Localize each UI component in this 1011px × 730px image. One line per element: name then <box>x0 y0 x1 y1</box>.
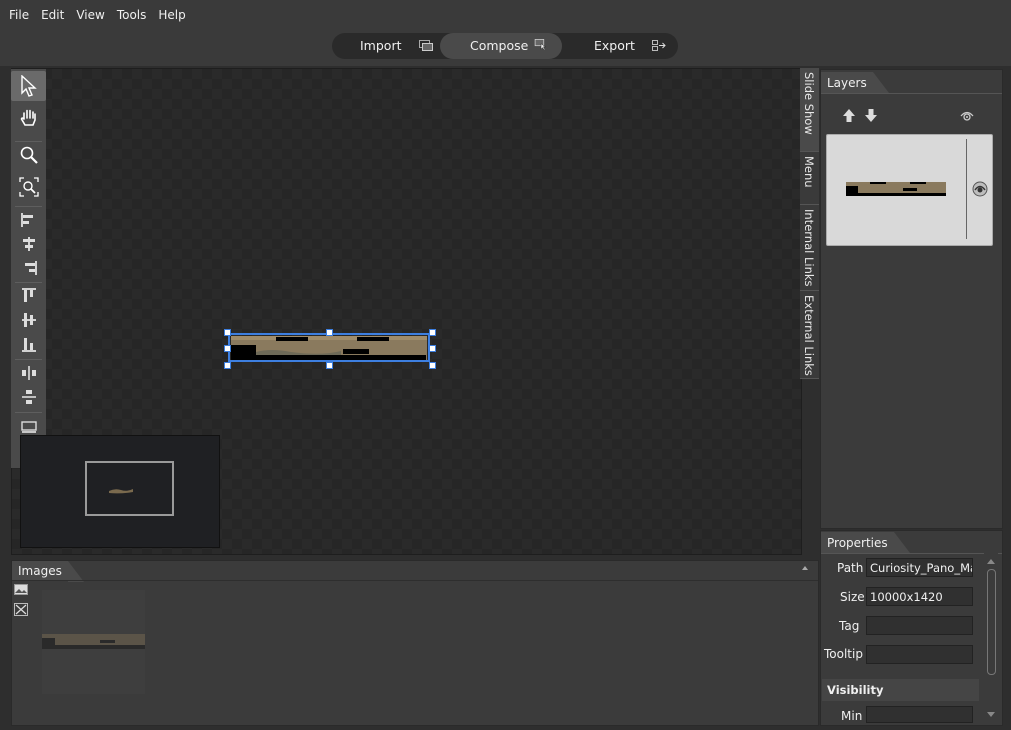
menu-tools[interactable]: Tools <box>111 0 153 30</box>
collapse-panel-icon[interactable] <box>800 564 810 571</box>
resize-handle-bottom-right[interactable] <box>429 362 436 369</box>
align-left-tool[interactable] <box>11 207 46 231</box>
mode-import-button[interactable]: Import <box>332 33 440 59</box>
align-center-icon <box>23 237 35 251</box>
mode-export-button[interactable]: Export <box>562 33 678 59</box>
scroll-down-icon[interactable] <box>986 712 996 718</box>
layer-divider <box>966 139 967 239</box>
tooltip-field[interactable] <box>866 645 973 664</box>
tag-label: Tag <box>839 619 860 633</box>
path-field[interactable]: Curiosity_Pano_Mars <box>866 558 973 577</box>
tab-menu[interactable]: Menu <box>800 152 819 205</box>
resize-handle-top-right[interactable] <box>429 329 436 336</box>
align-middle-icon <box>22 313 36 327</box>
export-icon <box>652 40 666 51</box>
properties-panel-title: Properties <box>821 532 910 553</box>
size-field[interactable]: 10000x1420 <box>866 587 973 606</box>
compose-icon <box>534 39 547 50</box>
visibility-all-icon[interactable] <box>960 109 974 122</box>
tab-external-links[interactable]: External Links <box>800 291 819 379</box>
tab-slide-show[interactable]: Slide Show <box>800 68 819 152</box>
layer-visibility-icon[interactable] <box>972 181 988 197</box>
align-bottom-icon <box>22 338 36 352</box>
resize-handle-bottom[interactable] <box>326 362 333 369</box>
align-bottom-tool[interactable] <box>11 331 46 355</box>
mode-export-label: Export <box>594 38 635 53</box>
scrollbar-thumb[interactable] <box>987 569 996 675</box>
resize-handle-left[interactable] <box>224 345 231 352</box>
tooltip-label: Tooltip <box>824 647 863 661</box>
align-right-icon <box>25 261 37 275</box>
remove-image-icon[interactable] <box>14 603 28 616</box>
size-label: Size <box>840 590 865 604</box>
properties-scrollbar[interactable] <box>984 553 998 723</box>
add-image-icon[interactable] <box>14 584 28 595</box>
menu-file[interactable]: File <box>3 0 35 30</box>
menu-view[interactable]: View <box>70 0 110 30</box>
distribute-horizontal-icon <box>22 366 36 380</box>
import-icon <box>419 40 433 51</box>
zoom-fit-tool[interactable] <box>11 174 46 198</box>
hand-icon <box>20 109 36 126</box>
side-tab-strip: Slide Show Menu Internal Links External … <box>800 68 819 379</box>
fit-width-tool[interactable] <box>11 413 46 437</box>
move-layer-up-icon[interactable] <box>842 108 856 123</box>
cursor-icon <box>21 75 37 97</box>
navigator-panorama-thumb <box>109 489 133 494</box>
scroll-up-icon[interactable] <box>986 558 996 564</box>
pan-tool[interactable] <box>11 105 46 129</box>
mode-compose-button[interactable]: Compose <box>440 33 562 59</box>
zoom-fit-icon <box>19 177 39 197</box>
select-tool[interactable] <box>11 71 46 101</box>
menu-bar: File Edit View Tools Help <box>0 0 1011 29</box>
tab-internal-links[interactable]: Internal Links <box>800 205 819 291</box>
min-label: Min <box>841 709 863 723</box>
layer-thumbnail <box>846 182 946 196</box>
zoom-icon <box>20 146 38 164</box>
selected-panorama-layer[interactable] <box>224 329 436 369</box>
panorama-image <box>231 336 427 360</box>
zoom-tool[interactable] <box>11 142 46 166</box>
align-center-tool[interactable] <box>11 231 46 255</box>
image-thumbnail-preview <box>42 634 145 649</box>
distribute-vertical-icon <box>22 390 36 404</box>
mode-switcher: Import Compose Export <box>332 33 678 59</box>
align-top-tool[interactable] <box>11 283 46 307</box>
mode-compose-label: Compose <box>470 38 529 53</box>
mode-import-label: Import <box>360 38 402 53</box>
menu-help[interactable]: Help <box>152 0 191 30</box>
min-field[interactable] <box>866 706 973 723</box>
resize-handle-top-left[interactable] <box>224 329 231 336</box>
resize-handle-right[interactable] <box>429 345 436 352</box>
resize-handle-top[interactable] <box>326 329 333 336</box>
align-right-tool[interactable] <box>11 255 46 279</box>
visibility-header-label: Visibility <box>827 683 884 697</box>
fit-width-icon <box>21 421 37 433</box>
tool-palette <box>11 69 46 468</box>
path-label: Path <box>837 561 864 575</box>
align-left-icon <box>21 213 33 227</box>
distribute-horizontal-tool[interactable] <box>11 360 46 384</box>
resize-handle-bottom-left[interactable] <box>224 362 231 369</box>
move-layer-down-icon[interactable] <box>864 108 878 123</box>
images-panel-title: Images <box>12 561 84 582</box>
tag-field[interactable] <box>866 616 973 635</box>
menu-edit[interactable]: Edit <box>35 0 70 30</box>
image-thumbnail[interactable] <box>42 590 145 694</box>
align-top-icon <box>22 288 36 302</box>
align-middle-tool[interactable] <box>11 307 46 331</box>
distribute-vertical-tool[interactable] <box>11 384 46 408</box>
layers-panel-title: Layers <box>821 72 889 93</box>
layer-item[interactable] <box>826 134 993 246</box>
visibility-section-header: Visibility <box>822 679 979 701</box>
